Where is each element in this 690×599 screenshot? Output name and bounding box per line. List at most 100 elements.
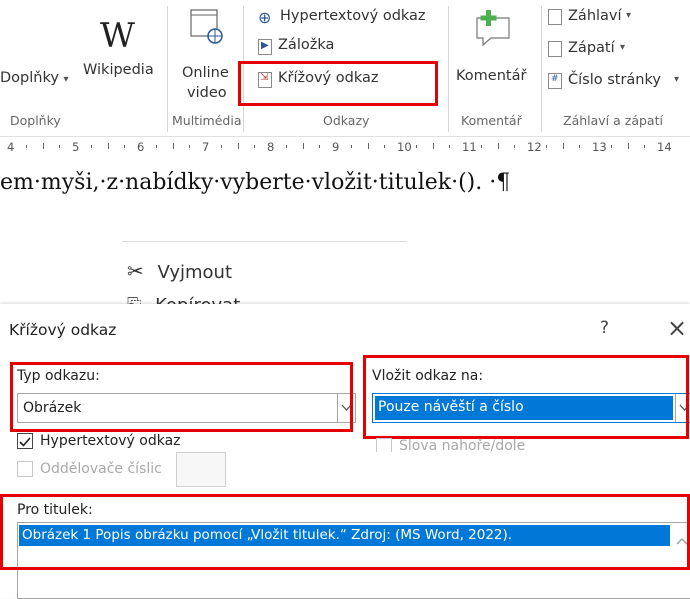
hash-icon: # <box>551 74 559 84</box>
ruler-number: 9 <box>332 140 340 154</box>
ruler-tick <box>188 145 190 148</box>
ruler-tick <box>221 145 223 148</box>
ruler-tick <box>107 143 109 149</box>
ribbon-separator <box>167 6 168 132</box>
ribbon: Doplňky ▾ W Wikipedia Doplňky Online vid… <box>0 0 690 134</box>
ruler-tick <box>42 143 44 149</box>
globe-link-icon: ⊕ <box>258 8 272 27</box>
bookmark-label: Záložka <box>278 37 335 53</box>
hyperlink-label: Hypertextový odkaz <box>280 8 426 24</box>
group-label-headerfooter: Záhlaví a zápatí <box>563 113 663 128</box>
wikipedia-button[interactable]: W Wikipedia <box>80 8 160 98</box>
wikipedia-icon: W <box>100 16 135 56</box>
ruler-tick <box>497 143 499 149</box>
copy-icon: ⎘ <box>127 295 141 304</box>
group-label-comment: Komentář <box>461 113 522 128</box>
ruler-tick <box>351 145 353 148</box>
ruler-number: 5 <box>72 140 80 154</box>
group-label-addins: Doplňky <box>10 113 61 128</box>
document-text-line[interactable]: em·myši,·z·nabídky·vyberte·vložit·titule… <box>0 170 510 195</box>
online-video-button[interactable]: Online video <box>172 5 238 105</box>
header-label: Záhlaví <box>568 8 622 24</box>
dialog-title: Křížový odkaz <box>9 321 117 339</box>
ruler-number: 14 <box>657 140 672 154</box>
ruler-tick <box>156 145 158 148</box>
comment-icon <box>473 10 513 52</box>
ruler-number: 10 <box>397 140 412 154</box>
help-button[interactable]: ? <box>600 318 609 338</box>
group-label-links: Odkazy <box>323 113 370 128</box>
chevron-down-icon: ▾ <box>674 74 680 85</box>
caption-highlight <box>0 494 690 570</box>
ruler-tick <box>432 143 434 149</box>
ruler-tick <box>611 145 613 148</box>
ruler-tick <box>643 145 645 148</box>
ruler-number: 4 <box>7 140 15 154</box>
context-menu-cut[interactable]: ✂ Vyjmout <box>127 259 232 283</box>
ruler-tick <box>383 145 385 148</box>
crossref-dialog: Křížový odkaz ? × Typ odkazu: Obrázek Vl… <box>0 304 690 599</box>
footer-label: Zápatí <box>568 40 615 56</box>
ruler-tick <box>448 145 450 148</box>
context-menu-copy-label: Kopírovat <box>155 295 240 304</box>
ruler-tick <box>481 145 483 148</box>
ribbon-separator <box>541 6 542 132</box>
online-video-icon <box>190 9 223 44</box>
ruler-tick <box>578 145 580 148</box>
scissors-icon: ✂ <box>127 259 144 283</box>
ruler-number: 12 <box>527 140 542 154</box>
hyperlink-checkbox[interactable] <box>17 433 33 449</box>
online-video-label-2: video <box>187 85 227 101</box>
online-video-label-1: Online <box>182 65 229 81</box>
ruler-tick <box>91 145 93 148</box>
ruler-tick <box>26 145 28 148</box>
ruler-tick <box>172 143 174 149</box>
chevron-down-icon: ▾ <box>626 10 632 21</box>
page-number-label: Číslo stránky <box>568 72 661 88</box>
ruler-tick <box>318 145 320 148</box>
ribbon-separator <box>448 6 449 132</box>
ruler-number: 6 <box>137 140 145 154</box>
chevron-down-icon: ▾ <box>620 42 626 53</box>
ruler-tick <box>286 145 288 148</box>
insert-reference-highlight <box>363 355 689 439</box>
doplnky-label: Doplňky <box>0 70 59 86</box>
separator-input <box>176 452 226 487</box>
ruler-tick <box>627 143 629 149</box>
ruler-number: 11 <box>462 140 477 154</box>
comment-button[interactable]: Komentář <box>453 5 537 105</box>
hyperlink-checkbox-label: Hypertextový odkaz <box>40 433 181 449</box>
ruler-tick <box>123 145 125 148</box>
ruler-tick <box>546 145 548 148</box>
context-menu-cut-label: Vyjmout <box>157 262 233 283</box>
bookmark-flag-icon: ▶ <box>261 40 269 51</box>
reference-type-highlight <box>10 362 353 432</box>
context-menu-separator <box>122 241 407 242</box>
ruler-tick <box>302 143 304 149</box>
doplnky-button[interactable]: Doplňky ▾ <box>0 70 69 86</box>
ruler-number: 8 <box>267 140 275 154</box>
ruler-tick <box>58 145 60 148</box>
context-menu-copy[interactable]: ⎘ Kopírovat <box>127 295 240 304</box>
header-icon <box>548 9 562 25</box>
separator-checkbox-label: Oddělovače číslic <box>40 461 162 477</box>
close-button[interactable]: × <box>667 314 687 342</box>
crossref-highlight <box>238 61 438 106</box>
above-below-checkbox-label: Slova nahoře/dole <box>399 438 526 452</box>
ruler-tick <box>562 143 564 149</box>
ruler-tick <box>513 145 515 148</box>
wikipedia-label: Wikipedia <box>83 62 154 78</box>
ruler-number: 13 <box>592 140 607 154</box>
separator-checkbox <box>17 461 33 477</box>
chevron-down-icon: ▾ <box>63 74 69 85</box>
ruler[interactable]: 4 5 6 7 8 9 10 11 12 13 14 <box>0 136 690 157</box>
group-label-media: Multimédia <box>172 113 242 128</box>
ruler-number: 7 <box>202 140 210 154</box>
ruler-tick <box>237 143 239 149</box>
above-below-checkbox-row: Slova nahoře/dole <box>376 438 576 452</box>
ruler-tick <box>367 143 369 149</box>
ruler-tick <box>416 145 418 148</box>
above-below-checkbox <box>376 438 392 452</box>
footer-icon <box>548 41 562 57</box>
ruler-tick <box>253 145 255 148</box>
